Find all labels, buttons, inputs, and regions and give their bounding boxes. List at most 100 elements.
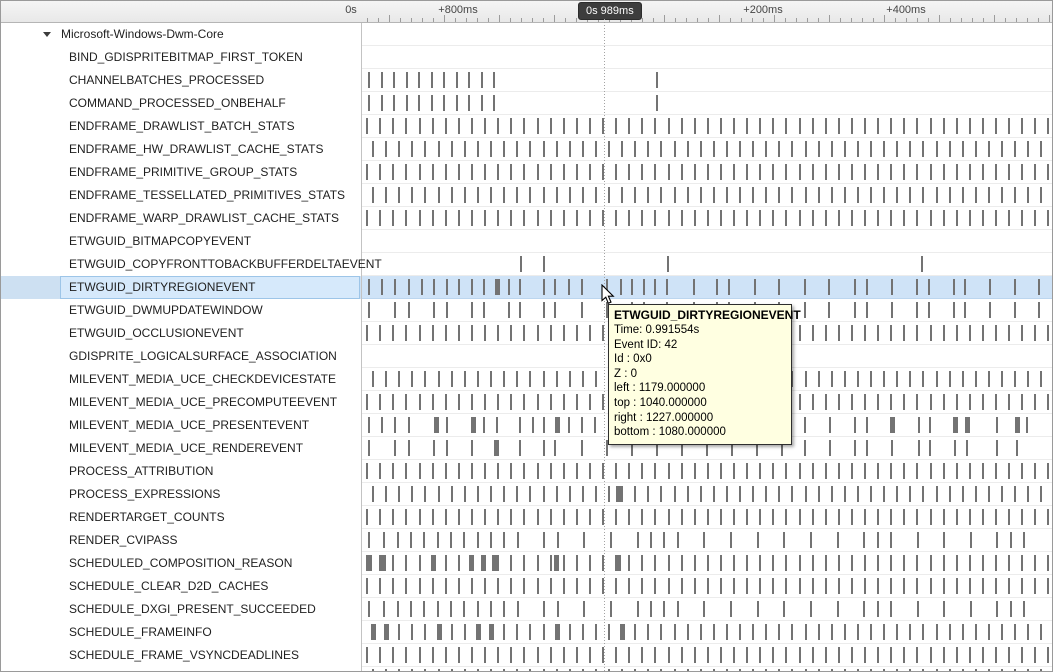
event-tick — [643, 279, 645, 295]
tree-item-endframe_tessellated_primitives_stats[interactable]: ENDFRAME_TESSELLATED_PRIMITIVES_STATS — [1, 184, 361, 207]
timeline-row-channelbatches_processed[interactable] — [362, 69, 1052, 92]
event-tick — [550, 647, 552, 663]
event-tick — [458, 210, 460, 226]
event-tick — [556, 187, 558, 203]
timeline-row-process_expressions[interactable] — [362, 483, 1052, 506]
event-tick — [529, 486, 531, 502]
tree-item-process_expressions[interactable]: PROCESS_EXPRESSIONS — [1, 483, 361, 506]
ruler-label: 0s — [345, 4, 357, 16]
event-tick — [398, 669, 400, 671]
timeline-row-endframe_hw_drawlist_cache_stats[interactable] — [362, 138, 1052, 161]
timeline-row-bind_gdispritebitmap_first_token[interactable] — [362, 46, 1052, 69]
event-tick — [909, 187, 911, 203]
timeline-row-endframe_tessellated_primitives_stats[interactable] — [362, 184, 1052, 207]
event-tick — [628, 509, 630, 525]
event-tick — [519, 302, 521, 318]
timeline-row-schedule_clear_d2d_caches[interactable] — [362, 575, 1052, 598]
ruler-tick — [422, 18, 423, 22]
timeline-row-endframe_primitive_group_stats[interactable] — [362, 161, 1052, 184]
timeline-ruler[interactable]: 0s 989ms 0s+800ms+200ms+400ms — [1, 1, 1052, 23]
event-tick — [930, 578, 932, 594]
tree-item-gdisprite_logicalsurface_association[interactable]: GDISPRITE_LOGICALSURFACE_ASSOCIATION — [1, 345, 361, 368]
tree-item-etwguid_dwmupdatewindow[interactable]: ETWGUID_DWMUPDATEWINDOW — [1, 299, 361, 322]
timeline-row-scheduled_composition_reason[interactable] — [362, 552, 1052, 575]
event-tick — [1021, 325, 1023, 341]
tree-item-endframe_drawlist_batch_stats[interactable]: ENDFRAME_DRAWLIST_BATCH_STATS — [1, 115, 361, 138]
tree-item-endframe_warp_drawlist_cache_stats[interactable]: ENDFRAME_WARP_DRAWLIST_CACHE_STATS — [1, 207, 361, 230]
event-tick — [778, 486, 780, 502]
tree-item-process_attribution[interactable]: PROCESS_ATTRIBUTION — [1, 460, 361, 483]
event-tick — [563, 578, 565, 594]
tree-item-milevent_media_uce_checkdevicestate[interactable]: MILEVENT_MEDIA_UCE_CHECKDEVICESTATE — [1, 368, 361, 391]
tree-item-bind_gdispritebitmap_first_token[interactable]: BIND_GDISPRITEBITMAP_FIRST_TOKEN — [1, 46, 361, 69]
timeline-row-rendertarget_counts[interactable] — [362, 506, 1052, 529]
timeline-row-schedule_frame_vsyncdeadlines[interactable] — [362, 644, 1052, 667]
timeline-row-etwguid_bitmapcopyevent[interactable] — [362, 230, 1052, 253]
tree-item-render_cvipass[interactable]: RENDER_CVIPASS — [1, 529, 361, 552]
tree-item-label: SCHEDULE_FRAMEINFO — [69, 625, 212, 639]
tree-item-etwguid_occlusionevent[interactable]: ETWGUID_OCCLUSIONEVENT — [1, 322, 361, 345]
event-tick — [368, 72, 370, 88]
timeline-row-schedule_frameinfo[interactable] — [362, 621, 1052, 644]
event-tick — [818, 371, 820, 387]
event-tick — [909, 141, 911, 157]
tree-item-endframe_primitive_group_stats[interactable]: ENDFRAME_PRIMITIVE_GROUP_STATS — [1, 161, 361, 184]
timeline-row-endframe_warp_drawlist_cache_stats[interactable] — [362, 207, 1052, 230]
tree-item-schedule_frame_vsyncdeadlines[interactable]: SCHEDULE_FRAME_VSYNCDEADLINES — [1, 644, 361, 667]
tree-item-milevent_media_uce_renderevent[interactable]: MILEVENT_MEDIA_UCE_RENDEREVENT — [1, 437, 361, 460]
event-tick — [982, 555, 984, 571]
time-marker-badge[interactable]: 0s 989ms — [578, 2, 642, 20]
tree-item-milevent_media_uce_presentevent[interactable]: MILEVENT_MEDIA_UCE_PRESENTEVENT — [1, 414, 361, 437]
tree-item-endframe_hw_drawlist_cache_stats[interactable]: ENDFRAME_HW_DRAWLIST_CACHE_STATS — [1, 138, 361, 161]
tree-item-scheduled_composition_reason[interactable]: SCHEDULED_COMPOSITION_REASON — [1, 552, 361, 575]
tree-item-etwguid_dirtyregionevent[interactable]: ETWGUID_DIRTYREGIONEVENT — [1, 276, 361, 299]
event-tick — [995, 647, 997, 663]
event-tick — [397, 532, 399, 548]
event-tick — [877, 555, 879, 571]
tree-item-milevent_media_uce_precomputeevent[interactable]: MILEVENT_MEDIA_UCE_PRECOMPUTEEVENT — [1, 391, 361, 414]
event-tick — [368, 279, 370, 295]
event-tick — [810, 532, 812, 548]
event-tick — [641, 647, 643, 663]
timeline-row-render_cvipass[interactable] — [362, 529, 1052, 552]
timeline-row-etwguid_dirtyregionevent[interactable] — [362, 276, 1052, 299]
event-tick — [483, 417, 485, 433]
tree-item-schedule_frameinfo[interactable]: SCHEDULE_FRAMEINFO — [1, 621, 361, 644]
event-tick — [484, 647, 486, 663]
tree-item-etwguid_bitmapcopyevent[interactable]: ETWGUID_BITMAPCOPYEVENT — [1, 230, 361, 253]
tree-item-schedule_clear_d2d_caches[interactable]: SCHEDULE_CLEAR_D2D_CACHES — [1, 575, 361, 598]
tree-item-etwguid_copyfronttobackbufferdeltaevent[interactable]: ETWGUID_COPYFRONTTOBACKBUFFERDELTAEVENT — [1, 253, 361, 276]
event-tick — [424, 669, 426, 671]
event-tick — [550, 164, 552, 180]
event-tick — [484, 118, 486, 134]
event-tick — [1014, 279, 1016, 295]
event-tick — [668, 210, 670, 226]
tree-item-schedule_dxgi_present_succeeded[interactable]: SCHEDULE_DXGI_PRESENT_SUCCEEDED — [1, 598, 361, 621]
timeline-row-schedule_dxgi_present_succeeded[interactable] — [362, 598, 1052, 621]
collapse-arrow-icon[interactable] — [43, 32, 51, 37]
timeline-row-command_processed_onbehalf[interactable] — [362, 92, 1052, 115]
event-tick — [916, 118, 918, 134]
event-tick — [628, 578, 630, 594]
tree-item-rendertarget_counts[interactable]: RENDERTARGET_COUNTS — [1, 506, 361, 529]
tree-item-channelbatches_processed[interactable]: CHANNELBATCHES_PROCESSED — [1, 69, 361, 92]
tree-item-command_processed_onbehalf[interactable]: COMMAND_PROCESSED_ONBEHALF — [1, 92, 361, 115]
event-tick — [615, 578, 617, 594]
timeline-row-etwguid_copyfronttobackbufferdeltaevent[interactable] — [362, 253, 1052, 276]
timeline-row-process_attribution[interactable] — [362, 460, 1052, 483]
ruler-tick — [389, 15, 390, 22]
event-tick — [883, 141, 885, 157]
event-tick — [863, 532, 865, 548]
timeline-row-partial[interactable] — [362, 667, 1052, 671]
event-tick — [510, 325, 512, 341]
event-tick — [864, 118, 866, 134]
event-tick — [759, 118, 761, 134]
event-tick — [772, 164, 774, 180]
timeline-row-microsoft-windows-dwm-core[interactable] — [362, 23, 1052, 46]
event-tick — [576, 509, 578, 525]
tree-root-item[interactable]: Microsoft-Windows-Dwm-Core — [1, 23, 361, 46]
event-tick — [674, 486, 676, 502]
event-tick — [922, 669, 924, 671]
event-tick — [432, 509, 434, 525]
timeline-row-endframe_drawlist_batch_stats[interactable] — [362, 115, 1052, 138]
